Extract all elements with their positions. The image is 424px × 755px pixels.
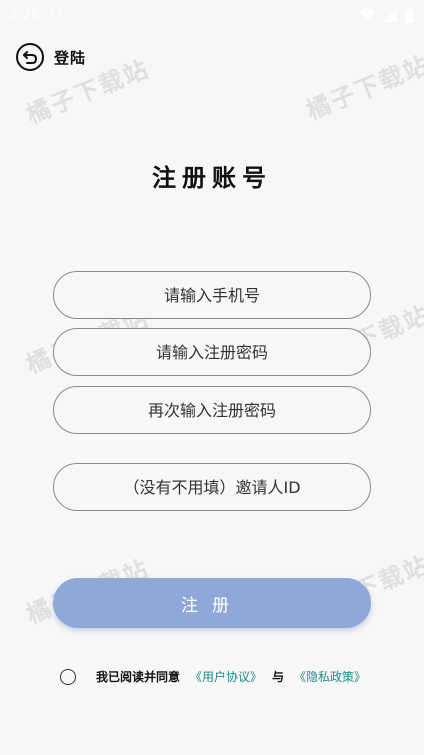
user-agreement-link[interactable]: 《用户协议》 [190, 668, 262, 685]
signal-icon [383, 8, 397, 22]
page-title: 注册账号 [152, 164, 272, 192]
password-field[interactable] [53, 328, 371, 376]
phone-input[interactable] [54, 272, 370, 318]
confirm-password-input[interactable] [54, 387, 370, 433]
agreement-row: 我已阅读并同意 《用户协议》 与 《隐私政策》 [60, 668, 366, 685]
watermark: 橘子下载站 [302, 50, 424, 126]
back-to-login[interactable]: 登陆 [16, 42, 86, 72]
wifi-icon [359, 8, 375, 21]
status-bar: 4:28 [0, 0, 424, 30]
invite-id-field[interactable] [53, 463, 371, 511]
back-arrow-glyph [23, 51, 38, 64]
privacy-policy-link[interactable]: 《隐私政策》 [294, 668, 366, 685]
agreement-conjunction: 与 [272, 670, 285, 684]
register-button[interactable]: 注册 [53, 578, 371, 628]
back-label[interactable]: 登陆 [54, 47, 86, 68]
agree-radio[interactable] [60, 668, 76, 685]
confirm-password-field[interactable] [53, 386, 371, 434]
invite-id-input[interactable] [54, 464, 370, 510]
agreement-prefix: 我已阅读并同意 [96, 670, 181, 684]
battery-icon [405, 7, 414, 23]
back-arrow-circle-icon[interactable] [16, 43, 44, 71]
status-right [359, 7, 414, 23]
phone-field[interactable] [53, 271, 371, 319]
notification-icon [51, 10, 62, 20]
status-left: 4:28 [10, 7, 62, 23]
status-time: 4:28 [10, 7, 40, 23]
password-input[interactable] [54, 329, 370, 375]
